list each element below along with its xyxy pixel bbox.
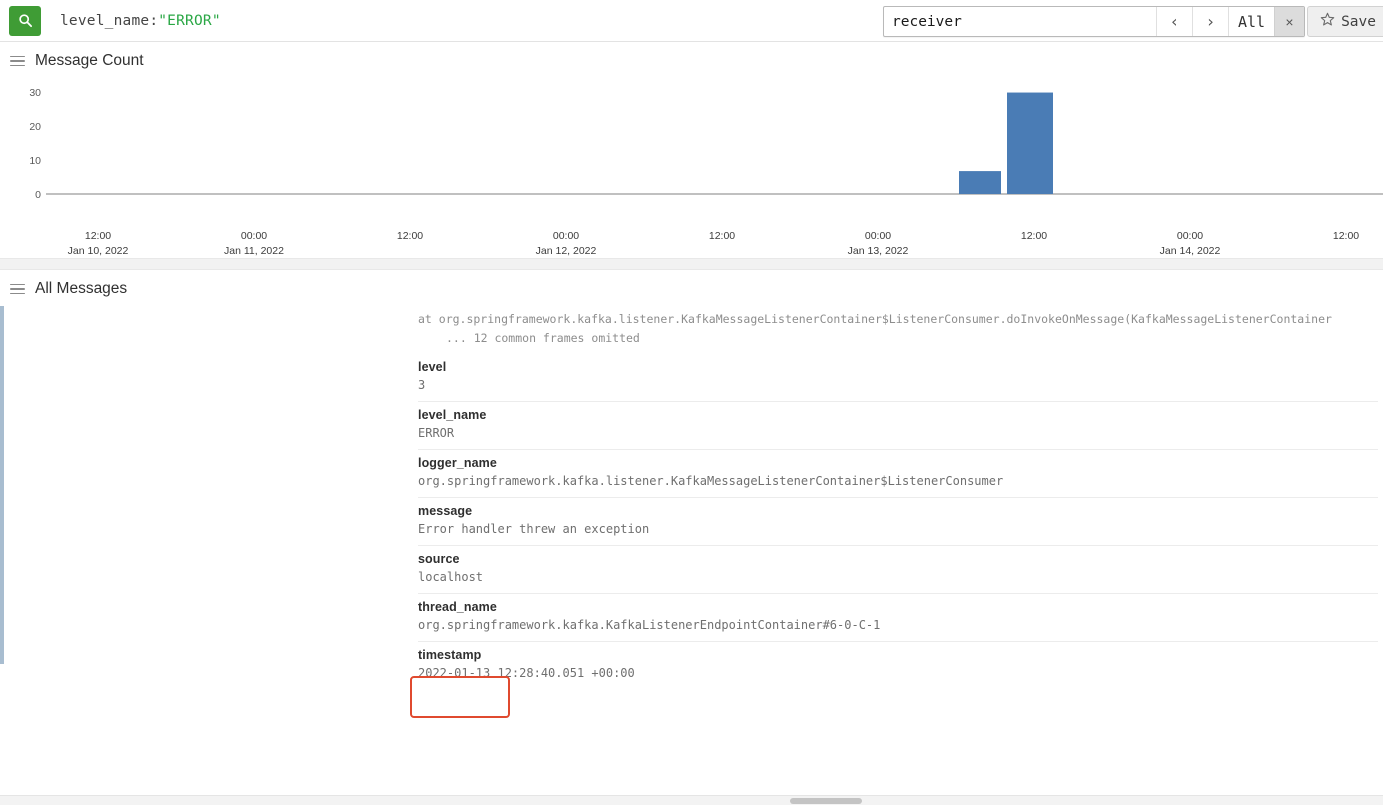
x-tick-4: 12:00 bbox=[709, 230, 735, 242]
field-row-message: message Error handler threw an exception bbox=[418, 497, 1378, 545]
star-icon bbox=[1320, 12, 1335, 31]
field-key[interactable]: thread_name bbox=[418, 599, 1378, 616]
field-key[interactable]: source bbox=[418, 551, 1378, 568]
field-value: org.springframework.kafka.listener.Kafka… bbox=[418, 474, 1004, 488]
svg-text:Jan 10, 2022: Jan 10, 2022 bbox=[68, 245, 129, 257]
field-key[interactable]: level bbox=[418, 359, 1378, 376]
field-value: Error handler threw an exception bbox=[418, 522, 650, 536]
all-messages-list: at org.springframework.kafka.listener.Ka… bbox=[0, 306, 1383, 718]
svg-text:00:00: 00:00 bbox=[553, 230, 579, 242]
svg-text:12:00: 12:00 bbox=[85, 230, 111, 242]
expanded-message-detail: at org.springframework.kafka.listener.Ka… bbox=[0, 306, 1383, 680]
svg-text:00:00: 00:00 bbox=[241, 230, 267, 242]
x-tick-1: 00:00 Jan 11, 2022 bbox=[224, 230, 284, 257]
field-value: 3 bbox=[418, 378, 426, 392]
field-key[interactable]: logger_name bbox=[418, 455, 1378, 472]
search-icon bbox=[18, 13, 33, 28]
save-button-label: Save bbox=[1341, 13, 1376, 30]
drag-handle-icon[interactable] bbox=[10, 55, 25, 67]
field-value: ERROR bbox=[418, 426, 455, 440]
find-bar: ‹ › All × bbox=[883, 6, 1305, 37]
field-row-thread_name: thread_name org.springframework.kafka.Kaf… bbox=[418, 593, 1378, 641]
x-tick-7: 00:00 Jan 14, 2022 bbox=[1160, 230, 1221, 257]
y-tick-30: 30 bbox=[29, 87, 41, 99]
find-all-button[interactable]: All bbox=[1228, 7, 1274, 36]
svg-text:12:00: 12:00 bbox=[709, 230, 735, 242]
stacktrace-line-1: at org.springframework.kafka.listener.Ka… bbox=[418, 312, 1332, 326]
field-value: localhost bbox=[418, 570, 484, 584]
svg-text:12:00: 12:00 bbox=[397, 230, 423, 242]
y-tick-0: 0 bbox=[35, 189, 41, 201]
svg-text:00:00: 00:00 bbox=[865, 230, 891, 242]
field-key[interactable]: message bbox=[418, 503, 1378, 520]
svg-text:12:00: 12:00 bbox=[1021, 230, 1047, 242]
bar-0[interactable] bbox=[959, 171, 1001, 194]
y-tick-10: 10 bbox=[29, 155, 41, 167]
find-input[interactable] bbox=[884, 7, 1156, 36]
field-row-level_name: level_name ERROR bbox=[418, 401, 1378, 449]
find-previous-button[interactable]: ‹ bbox=[1156, 7, 1192, 36]
query-field-value: "ERROR" bbox=[158, 12, 221, 29]
field-key[interactable]: timestamp bbox=[418, 647, 1378, 664]
chart-x-axis: 12:00 Jan 10, 2022 00:00 Jan 11, 2022 12:0… bbox=[68, 230, 1360, 257]
x-tick-2: 12:00 bbox=[397, 230, 423, 242]
stacktrace-preview: at org.springframework.kafka.listener.Ka… bbox=[418, 310, 1332, 348]
svg-text:Jan 14, 2022: Jan 14, 2022 bbox=[1160, 245, 1221, 257]
horizontal-scrollbar[interactable] bbox=[0, 795, 1383, 805]
all-messages-title: All Messages bbox=[35, 280, 128, 297]
svg-text:Jan 11, 2022: Jan 11, 2022 bbox=[224, 245, 284, 257]
message-count-title: Message Count bbox=[35, 52, 144, 69]
horizontal-scrollbar-thumb[interactable] bbox=[790, 798, 862, 804]
message-count-chart: 30 20 10 0 12:00 Jan 10, 2022 00:00 Jan 11… bbox=[0, 78, 1383, 258]
field-row-timestamp: timestamp 2022-01-13 12:28:40.051 +00:00 bbox=[418, 641, 1378, 689]
svg-text:Jan 13, 2022: Jan 13, 2022 bbox=[848, 245, 909, 257]
field-row-logger_name: logger_name org.springframework.kafka.lis… bbox=[418, 449, 1378, 497]
top-bar: level_name:"ERROR" ‹ › All × Save bbox=[0, 0, 1383, 42]
field-row-source: source localhost bbox=[418, 545, 1378, 593]
y-tick-20: 20 bbox=[29, 121, 41, 133]
app-root: level_name:"ERROR" ‹ › All × Save bbox=[0, 0, 1383, 805]
query-field-name: level_name bbox=[60, 12, 150, 29]
query-separator: : bbox=[149, 12, 159, 29]
x-tick-5: 00:00 Jan 13, 2022 bbox=[848, 230, 909, 257]
message-count-panel-header: Message Count bbox=[0, 42, 1383, 78]
field-value: org.springframework.kafka.KafkaListenerE… bbox=[418, 618, 881, 632]
search-query-display[interactable]: level_name:"ERROR" bbox=[60, 13, 221, 29]
field-value: 2022-01-13 12:28:40.051 +00:00 bbox=[418, 666, 635, 680]
svg-text:Jan 12, 2022: Jan 12, 2022 bbox=[536, 245, 597, 257]
x-tick-3: 00:00 Jan 12, 2022 bbox=[536, 230, 597, 257]
x-tick-6: 12:00 bbox=[1021, 230, 1047, 242]
all-messages-panel-header: All Messages bbox=[0, 270, 1383, 306]
bar-1[interactable] bbox=[1007, 92, 1053, 194]
message-count-chart-svg: 30 20 10 0 bbox=[29, 87, 1383, 201]
svg-text:00:00: 00:00 bbox=[1177, 230, 1203, 242]
search-submit-button[interactable] bbox=[9, 5, 41, 36]
x-tick-8: 12:00 bbox=[1333, 230, 1359, 242]
save-search-button[interactable]: Save bbox=[1307, 6, 1383, 37]
x-tick-0: 12:00 Jan 10, 2022 bbox=[68, 230, 129, 257]
svg-text:12:00: 12:00 bbox=[1333, 230, 1359, 242]
stacktrace-line-2: ... 12 common frames omitted bbox=[446, 331, 640, 345]
find-next-button[interactable]: › bbox=[1192, 7, 1228, 36]
find-close-button[interactable]: × bbox=[1274, 7, 1304, 36]
message-fields: level 3 level_name ERROR logger_name org.spri… bbox=[418, 354, 1378, 689]
field-key[interactable]: level_name bbox=[418, 407, 1378, 424]
field-row-level: level 3 bbox=[418, 354, 1378, 401]
drag-handle-icon[interactable] bbox=[10, 283, 25, 295]
